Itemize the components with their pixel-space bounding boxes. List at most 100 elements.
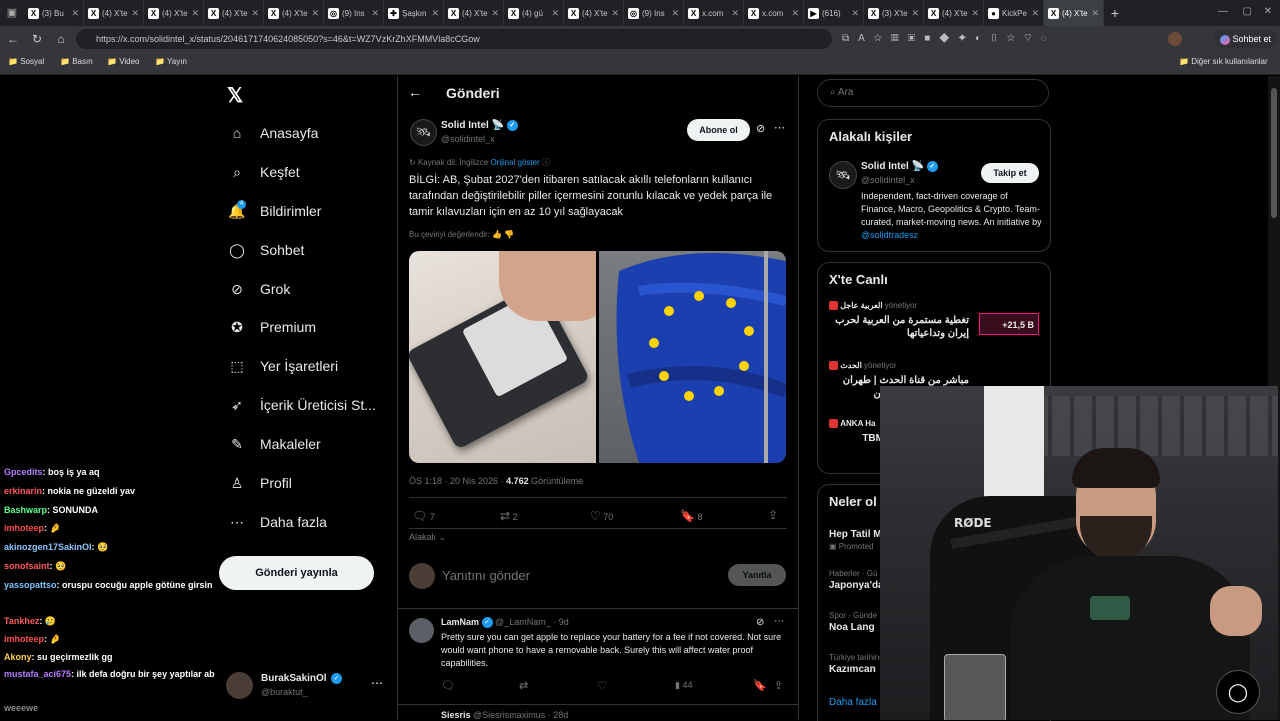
nav-item-profile[interactable]: ♙ Profil <box>228 474 292 492</box>
post-media-eu-flag[interactable] <box>599 251 786 463</box>
new-tab-button[interactable]: + <box>1104 5 1126 21</box>
share-icon[interactable]: ⇪ <box>768 508 778 522</box>
chat-username[interactable]: Gpcedits <box>4 467 43 477</box>
reply-action[interactable]: 🗨 7 <box>412 509 435 523</box>
reply-grok-icon[interactable]: ⊘ <box>756 617 764 628</box>
live-item[interactable]: العربية عاجل yönetiyor تغطية مستمرة من ال… <box>829 301 1041 357</box>
chat-username[interactable]: erkinarin <box>4 486 42 496</box>
nav-item-search[interactable]: ⌕ Keşfet <box>228 163 300 181</box>
browser-tab[interactable]: X (4) X'te ✕ <box>564 0 624 26</box>
account-switcher[interactable]: BurakSakinOl ✓ @buraktut_ ⋯ <box>226 670 392 702</box>
reply-reply-icon[interactable]: 🗨 <box>441 679 455 692</box>
browser-tab[interactable]: ▶ (616) ✕ <box>804 0 864 26</box>
related-handle[interactable]: @solidintel_x <box>861 175 915 185</box>
tab-close-icon[interactable]: ✕ <box>131 8 139 19</box>
subscribe-button[interactable]: Abone ol <box>687 119 750 141</box>
nav-item-home[interactable]: ⌂ Anasayfa <box>228 124 319 142</box>
thumbs-down-icon[interactable]: 👎 <box>504 230 514 239</box>
nav-item-article[interactable]: ✎ Makaleler <box>228 435 321 453</box>
show-original-link[interactable]: Orijinal göster <box>490 158 539 167</box>
grok-action-icon[interactable]: ⊘ <box>756 122 765 135</box>
sort-dropdown[interactable]: Alakalı ⌄ <box>409 532 446 543</box>
window-maximize-button[interactable]: ▢ <box>1243 6 1252 17</box>
nav-item-rocket[interactable]: ➶ İçerik Üreticisi St... <box>228 396 376 414</box>
nav-item-grok[interactable]: ⊘ Grok <box>228 280 290 298</box>
nav-item-chat[interactable]: ◯ Sohbet <box>228 241 304 259</box>
browser-tab[interactable]: X (4) X'te ✕ <box>204 0 264 26</box>
reply-bookmark-icon[interactable]: 🔖 <box>753 679 767 692</box>
reply-author-name[interactable]: LamNam <box>441 617 479 627</box>
account-more-icon[interactable]: ⋯ <box>371 676 383 690</box>
reply-input[interactable]: Yanıtını gönder <box>442 568 530 583</box>
browser-tab[interactable]: ◎ (9) Ins ✕ <box>624 0 684 26</box>
browser-tab[interactable]: Xx.com ✕ <box>744 0 804 26</box>
browser-tab[interactable]: ✚ Şaşkın ✕ <box>384 0 444 26</box>
tab-close-icon[interactable]: ✕ <box>1091 8 1099 19</box>
related-avatar[interactable]: 🛰 <box>829 161 857 189</box>
browser-profile-avatar[interactable] <box>1168 32 1182 46</box>
reply-more-icon[interactable]: ⋯ <box>774 616 784 627</box>
like-action[interactable]: ♡ 70 <box>590 509 613 523</box>
reply-repost-icon[interactable]: ⇄ <box>519 679 528 692</box>
tab-close-icon[interactable]: ✕ <box>371 8 379 19</box>
bio-link[interactable]: @solidtradesz <box>861 230 918 240</box>
follow-button[interactable]: Takip et <box>981 163 1039 183</box>
tab-close-icon[interactable]: ✕ <box>611 8 619 19</box>
author-avatar[interactable]: 🛰 <box>410 119 437 146</box>
tab-close-icon[interactable]: ✕ <box>911 8 919 19</box>
tab-close-icon[interactable]: ✕ <box>491 8 499 19</box>
browser-tab[interactable]: ● KickPe ✕ <box>984 0 1044 26</box>
post-media-battery[interactable] <box>409 251 596 463</box>
post-button[interactable]: Gönderi yayınla <box>219 556 374 590</box>
tab-close-icon[interactable]: ✕ <box>671 8 679 19</box>
thumbs-up-icon[interactable]: 👍 <box>492 230 502 239</box>
nav-item-more[interactable]: ⋯ Daha fazla <box>228 513 327 531</box>
live-count-badge[interactable]: +21,5 B <box>979 313 1039 335</box>
author-handle[interactable]: @solidintel_x <box>441 134 495 144</box>
tab-close-icon[interactable]: ✕ <box>431 8 439 19</box>
nav-item-premium[interactable]: ✪ Premium <box>228 318 316 336</box>
tab-close-icon[interactable]: ✕ <box>251 8 259 19</box>
browser-tab[interactable]: ◎ (9) Ins ✕ <box>324 0 384 26</box>
tab-close-icon[interactable]: ✕ <box>971 8 979 19</box>
post-more-icon[interactable]: ⋯ <box>774 121 785 134</box>
tab-close-icon[interactable]: ✕ <box>731 8 739 19</box>
url-field[interactable]: https://x.com/solidintel_x/status/204617… <box>76 29 832 49</box>
chat-username[interactable]: sonofsaint <box>4 561 50 571</box>
repost-action[interactable]: ⇄ 2 <box>500 509 518 523</box>
chat-username[interactable]: Tankhez <box>4 616 39 626</box>
tab-close-icon[interactable]: ✕ <box>191 8 199 19</box>
browser-tab[interactable]: X (3) X'te ✕ <box>864 0 924 26</box>
scrollbar-thumb[interactable] <box>1271 88 1277 218</box>
browser-menu-icon[interactable]: ▣ <box>0 0 24 26</box>
reload-icon[interactable]: ↻ <box>28 30 46 48</box>
bookmark-action[interactable]: 🔖 8 <box>680 509 702 523</box>
x-logo[interactable]: 𝕏 <box>227 83 243 108</box>
browser-tab[interactable]: X (4) X'te ✕ <box>84 0 144 26</box>
reply-share-icon[interactable]: ⇪ <box>774 679 783 692</box>
author-name[interactable]: Solid Intel 📡 ✓ <box>441 120 518 131</box>
browser-tab[interactable]: X (4) X'te ✕ <box>264 0 324 26</box>
chat-username[interactable]: Akony <box>4 652 32 662</box>
browser-tab[interactable]: X (3) Bu ✕ <box>24 0 84 26</box>
bookmark-yayin[interactable]: 📁 Yayın <box>155 57 187 66</box>
reply-avatar[interactable] <box>409 618 434 643</box>
chat-username[interactable]: yassopattso <box>4 580 57 590</box>
tab-close-icon[interactable]: ✕ <box>311 8 319 19</box>
chat-username[interactable]: imhoteep <box>4 634 44 644</box>
chat-username[interactable]: imhoteep <box>4 523 44 533</box>
reply-like-icon[interactable]: ♡ <box>597 679 607 692</box>
chat-button[interactable]: Sohbet et <box>1214 30 1278 48</box>
browser-tab[interactable]: X (4) X'te ✕ <box>924 0 984 26</box>
chat-fab[interactable]: ◯ <box>1216 670 1260 714</box>
reply-submit-button[interactable]: Yanıtla <box>728 564 786 586</box>
bookmark-sosyal[interactable]: 📁 Sosyal <box>8 57 44 66</box>
tab-close-icon[interactable]: ✕ <box>791 8 799 19</box>
search-input[interactable]: ⌕ Ara <box>817 79 1049 107</box>
tab-close-icon[interactable]: ✕ <box>851 8 859 19</box>
bookmark-other[interactable]: 📁 Diğer sık kullanılanlar <box>1179 57 1268 66</box>
chat-username[interactable]: mustafa_aci675 <box>4 669 71 679</box>
tab-close-icon[interactable]: ✕ <box>1031 8 1039 19</box>
chat-username[interactable]: weeewe <box>4 703 38 713</box>
browser-tab[interactable]: Xx.com ✕ <box>684 0 744 26</box>
